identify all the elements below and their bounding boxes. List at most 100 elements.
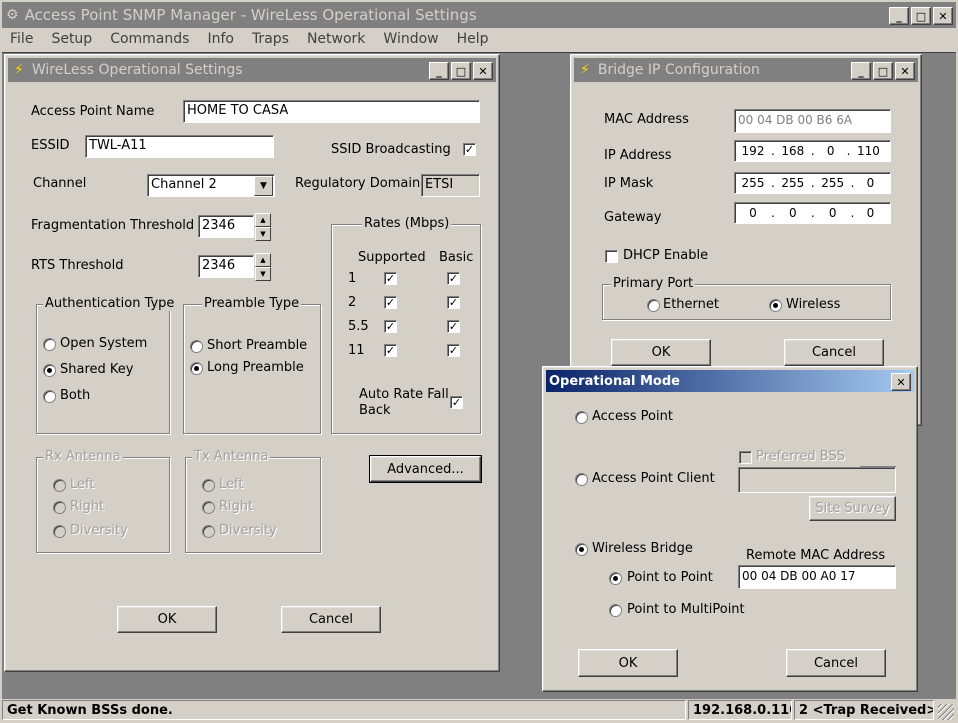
mode-ap-client-radio[interactable] — [575, 473, 588, 486]
menu-help[interactable]: Help — [447, 31, 497, 47]
wireless-minimize-button[interactable]: _ — [429, 62, 449, 80]
ip-octet[interactable]: 0 — [854, 176, 886, 190]
rate-basic-checkbox[interactable]: ✓ — [447, 272, 460, 285]
auth-shared-radio[interactable] — [43, 364, 56, 377]
rx-left-radio — [53, 479, 66, 492]
bridge-minimize-button[interactable]: _ — [851, 62, 871, 80]
menu-info[interactable]: Info — [197, 31, 242, 47]
tx-antenna-title: Tx Antenna — [192, 449, 271, 464]
spin-up-icon[interactable]: ▲ — [255, 213, 271, 227]
resize-grip-icon[interactable] — [938, 704, 954, 720]
ip-mask-input[interactable]: 255. 255. 255. 0 — [734, 172, 891, 194]
spin-down-icon[interactable]: ▼ — [255, 227, 271, 241]
authentication-type-group: Authentication Type Open System Shared K… — [36, 296, 177, 434]
auto-rate-checkbox[interactable]: ✓ — [450, 396, 463, 409]
ip-octet[interactable]: 0 — [815, 206, 851, 220]
status-traps: 2 <Trap Received> — [794, 700, 934, 720]
rate-supported-checkbox[interactable]: ✓ — [384, 296, 397, 309]
rate-supported-checkbox[interactable]: ✓ — [384, 344, 397, 357]
preamble-long-radio[interactable] — [190, 362, 203, 375]
port-ethernet-radio[interactable] — [647, 299, 660, 312]
menu-network[interactable]: Network — [297, 31, 373, 47]
lightning-icon: ⚡ — [14, 62, 24, 78]
link-point-to-multipoint-radio[interactable] — [609, 604, 622, 617]
mode-wireless-bridge-radio[interactable] — [575, 543, 588, 556]
essid-input[interactable]: TWL-A11 — [85, 135, 274, 158]
mode-access-point-radio[interactable] — [575, 411, 588, 424]
ip-octet[interactable]: 255 — [735, 176, 771, 190]
ip-octet[interactable]: 110 — [850, 144, 886, 158]
rate-basic-checkbox[interactable]: ✓ — [447, 344, 460, 357]
fragmentation-spinner[interactable]: ▲ ▼ — [255, 213, 271, 241]
ssid-broadcast-label: SSID Broadcasting — [331, 142, 451, 157]
preamble-short-label: Short Preamble — [207, 338, 308, 353]
primary-port-group: Primary Port Ethernet Wireless — [602, 276, 891, 320]
fragmentation-threshold-input[interactable]: 2346 — [198, 215, 254, 238]
auto-rate-label-line2: Back — [359, 403, 391, 418]
wireless-close-button[interactable]: ✕ — [473, 62, 493, 80]
rate-basic-checkbox[interactable]: ✓ — [447, 296, 460, 309]
menu-window[interactable]: Window — [373, 31, 446, 47]
rx-right-label: Right — [70, 499, 105, 514]
auto-rate-label-line1: Auto Rate Fall — [359, 387, 449, 402]
rx-left-label: Left — [70, 477, 95, 492]
menu-traps[interactable]: Traps — [242, 31, 297, 47]
link-point-to-point-radio[interactable] — [609, 572, 622, 585]
op-mode-cancel-button[interactable]: Cancel — [786, 649, 886, 677]
ip-octet[interactable]: 255 — [775, 176, 811, 190]
op-mode-ok-button[interactable]: OK — [578, 649, 678, 677]
dhcp-enable-checkbox[interactable] — [605, 250, 618, 263]
menu-file[interactable]: File — [0, 31, 41, 47]
preamble-short-radio[interactable] — [190, 340, 203, 353]
ip-octet[interactable]: 168 — [775, 144, 811, 158]
site-survey-button: Site Survey — [809, 496, 896, 521]
close-button[interactable]: ✕ — [933, 7, 953, 25]
spin-down-icon[interactable]: ▼ — [255, 267, 271, 281]
mode-ap-client-label: Access Point Client — [592, 471, 715, 486]
ap-name-input[interactable]: HOME TO CASA — [183, 100, 480, 123]
status-message: Get Known BSSs done. — [2, 700, 686, 720]
menu-setup[interactable]: Setup — [41, 31, 100, 47]
port-wireless-radio[interactable] — [769, 299, 782, 312]
preamble-long-label: Long Preamble — [207, 360, 304, 375]
rates-supported-header: Supported — [358, 250, 426, 265]
bridge-cancel-button[interactable]: Cancel — [784, 339, 884, 366]
wireless-ok-button[interactable]: OK — [117, 606, 217, 633]
auth-open-radio[interactable] — [43, 338, 56, 351]
link-point-to-point-label: Point to Point — [627, 570, 713, 585]
rate-supported-checkbox[interactable]: ✓ — [384, 272, 397, 285]
wireless-cancel-button[interactable]: Cancel — [281, 606, 381, 633]
channel-dropdown-arrow-icon[interactable]: ▼ — [254, 176, 273, 196]
rate-basic-checkbox[interactable]: ✓ — [447, 320, 460, 333]
rts-spinner[interactable]: ▲ ▼ — [255, 253, 271, 281]
minimize-button[interactable]: _ — [889, 7, 909, 25]
op-mode-close-button[interactable]: ✕ — [891, 373, 911, 391]
ip-octet[interactable]: 0 — [854, 206, 886, 220]
gateway-input[interactable]: 0. 0. 0. 0 — [734, 202, 891, 224]
advanced-button[interactable]: Advanced... — [369, 455, 482, 483]
ap-name-label: Access Point Name — [31, 104, 155, 119]
menu-commands[interactable]: Commands — [100, 31, 197, 47]
bridge-close-button[interactable]: ✕ — [895, 62, 915, 80]
bridge-ok-button[interactable]: OK — [611, 339, 711, 366]
spin-up-icon[interactable]: ▲ — [255, 253, 271, 267]
bridge-maximize-button[interactable]: □ — [873, 62, 893, 80]
ip-octet[interactable]: 0 — [735, 206, 771, 220]
status-ip: 192.168.0.110 — [688, 700, 792, 720]
auth-both-radio[interactable] — [43, 390, 56, 403]
ip-octet[interactable]: 0 — [815, 144, 847, 158]
rate-label: 2 — [348, 295, 357, 310]
ip-octet[interactable]: 255 — [815, 176, 851, 190]
bridge-window-title: Bridge IP Configuration — [597, 62, 760, 78]
rate-supported-checkbox[interactable]: ✓ — [384, 320, 397, 333]
tx-antenna-group: Tx Antenna Left Right Diversity — [185, 449, 321, 553]
auth-open-label: Open System — [60, 336, 148, 351]
ip-octet[interactable]: 192 — [735, 144, 771, 158]
ip-octet[interactable]: 0 — [775, 206, 811, 220]
remote-mac-input[interactable]: 00 04 DB 00 A0 17 — [738, 565, 896, 589]
maximize-button[interactable]: □ — [911, 7, 931, 25]
ssid-broadcast-checkbox[interactable]: ✓ — [463, 143, 476, 156]
ip-address-input[interactable]: 192. 168. 0. 110 — [734, 140, 891, 162]
rts-threshold-input[interactable]: 2346 — [198, 255, 254, 278]
wireless-maximize-button[interactable]: □ — [451, 62, 471, 80]
